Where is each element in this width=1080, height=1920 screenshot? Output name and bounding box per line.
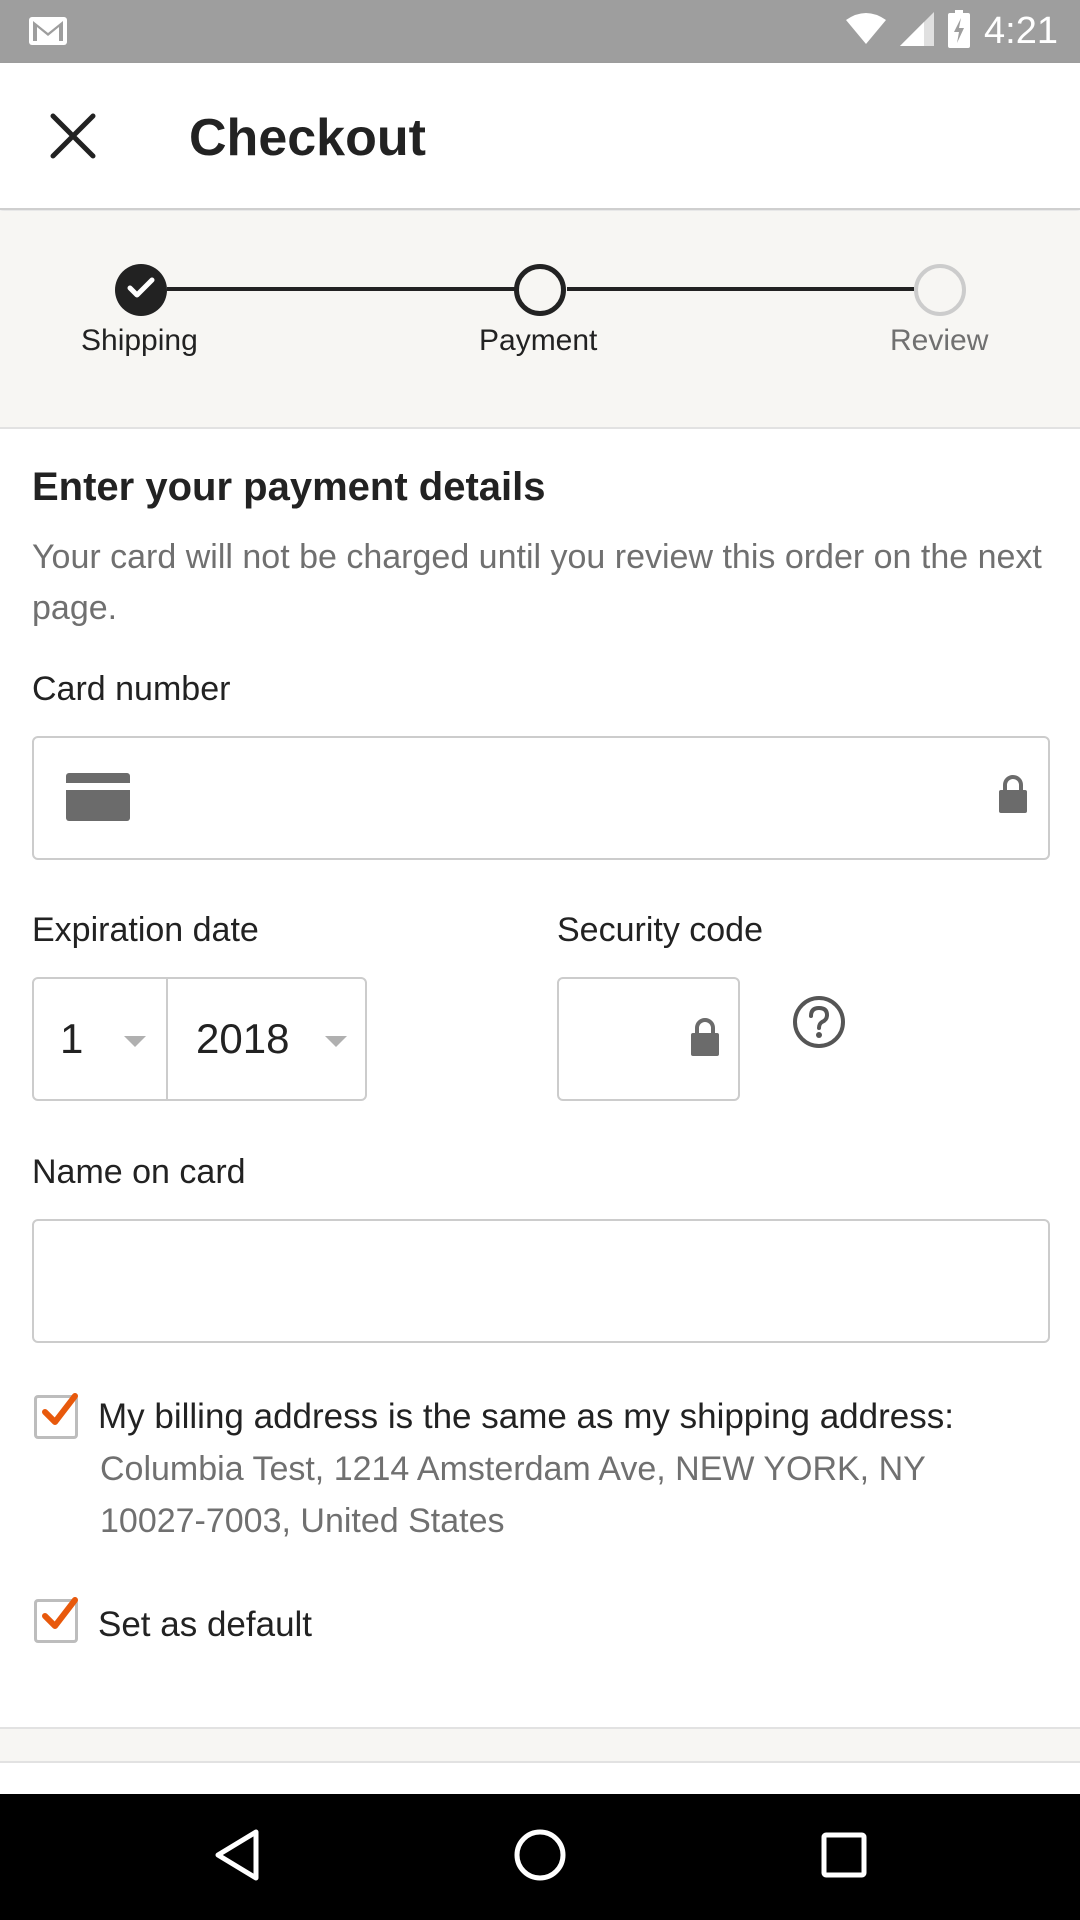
close-button[interactable] [40, 105, 106, 171]
step-review-indicator [914, 264, 966, 316]
checkmark-icon [42, 1597, 78, 1629]
page-title: Checkout [189, 109, 426, 167]
home-button[interactable] [507, 1824, 573, 1890]
app-bar: Checkout [0, 63, 1080, 210]
step-shipping-label[interactable]: Shipping [81, 324, 198, 358]
name-on-card-label: Name on card [32, 1153, 246, 1191]
step-payment-label: Payment [479, 324, 598, 357]
name-on-card-input[interactable] [32, 1219, 1050, 1343]
form-subtext: Your card will not be charged until you … [32, 538, 1042, 627]
security-code-label: Security code [557, 911, 763, 949]
step-shipping-indicator[interactable] [115, 264, 167, 316]
status-bar: 4:21 [0, 0, 1080, 63]
checkmark-icon [127, 277, 155, 304]
checkmark-icon [42, 1393, 78, 1425]
battery-charging-icon [948, 10, 971, 53]
expiration-year-select[interactable]: 2018 [168, 979, 365, 1099]
gmail-icon [28, 14, 68, 53]
back-icon [212, 1828, 262, 1887]
lock-icon [690, 1017, 720, 1062]
signal-icon [900, 12, 935, 51]
help-icon[interactable] [791, 994, 847, 1050]
checkout-stepper: Shipping Payment Review [0, 211, 1080, 429]
expiration-year-value: 2018 [196, 1015, 290, 1062]
expiration-date-group: 1 2018 [32, 977, 367, 1101]
expiration-month-value: 1 [60, 1015, 84, 1062]
billing-same-checkbox[interactable] [34, 1393, 78, 1439]
security-code-input[interactable] [557, 977, 740, 1101]
credit-card-icon [66, 773, 130, 826]
back-button[interactable] [204, 1824, 270, 1890]
dropdown-arrow-icon [124, 1036, 146, 1047]
lock-icon [998, 774, 1028, 819]
set-default-checkbox[interactable] [34, 1597, 78, 1643]
stepper-connector [567, 287, 914, 291]
expiration-month-select[interactable]: 1 [34, 979, 168, 1099]
stepper-connector [167, 287, 517, 291]
wifi-icon [846, 13, 887, 50]
step-review-label: Review [890, 324, 989, 357]
set-default-label[interactable]: Set as default [98, 1599, 312, 1651]
recents-button[interactable] [811, 1824, 877, 1890]
form-heading: Enter your payment details [32, 465, 546, 509]
section-divider [0, 1727, 1080, 1763]
expiration-date-label: Expiration date [32, 911, 259, 949]
clock: 4:21 [984, 10, 1058, 52]
home-icon [513, 1828, 567, 1887]
billing-same-label[interactable]: My billing address is the same as my shi… [98, 1391, 1058, 1443]
card-number-label: Card number [32, 670, 231, 708]
dropdown-arrow-icon [325, 1036, 347, 1047]
billing-address-text: Columbia Test, 1214 Amsterdam Ave, NEW Y… [100, 1450, 926, 1540]
card-number-input[interactable] [32, 736, 1050, 860]
system-nav-bar [0, 1794, 1080, 1920]
close-icon [50, 113, 96, 164]
recents-icon [820, 1831, 868, 1884]
step-payment-indicator [514, 264, 566, 316]
